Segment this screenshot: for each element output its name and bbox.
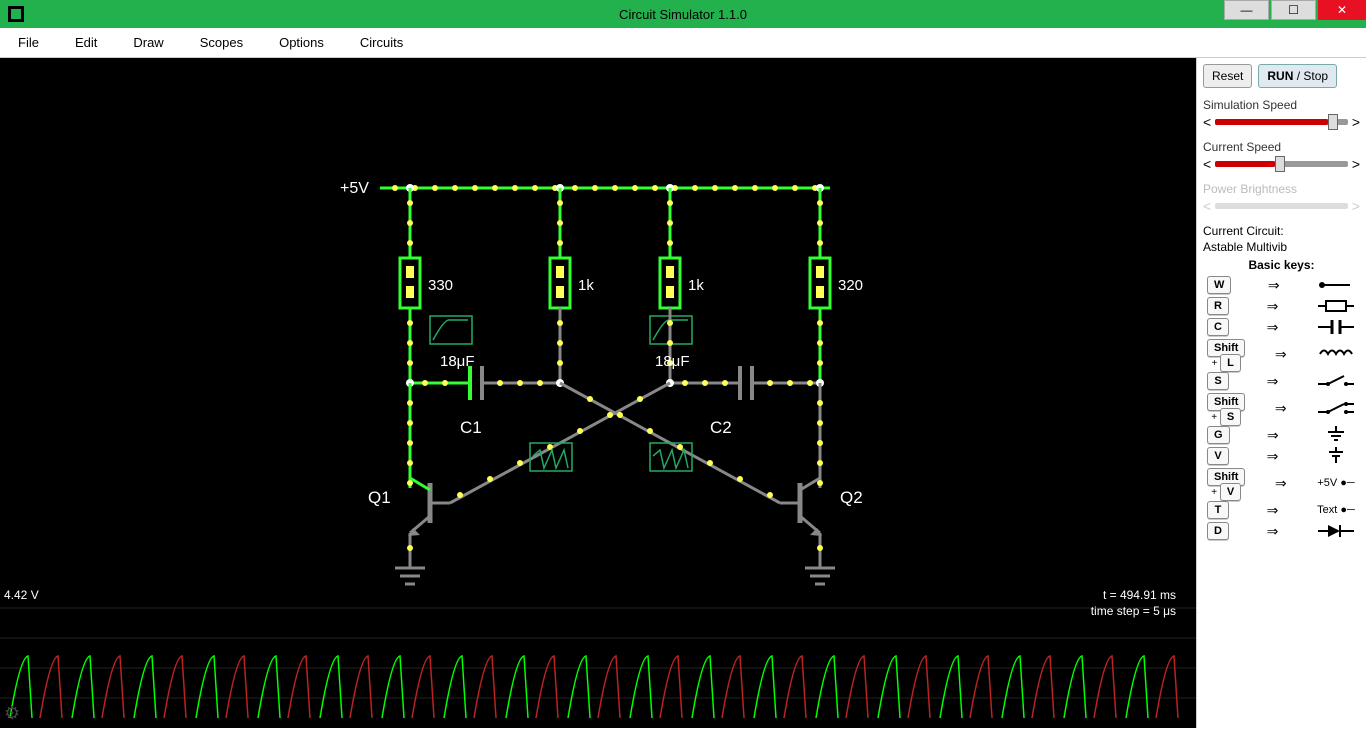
svg-text:320: 320 (838, 277, 863, 294)
resistor-r3: 1k (660, 258, 704, 308)
power-decrease: < (1203, 198, 1211, 214)
scope-voltage: 4.42 V (4, 588, 39, 602)
svg-text:330: 330 (428, 277, 453, 294)
scope-timestep: time step = 5 μs (1091, 604, 1176, 618)
capacitor-c2: 18μF C2 (655, 353, 820, 437)
key-row-capacitor: C⇒ (1203, 318, 1360, 336)
resistor-icon (1316, 299, 1356, 313)
resistor-r2: 1k (550, 258, 594, 308)
ground-icon (1316, 426, 1356, 444)
key-row-ground: G⇒ (1203, 426, 1360, 444)
simulation-speed-slider: Simulation Speed < > (1203, 98, 1360, 130)
key-row-switch-open: S⇒ (1203, 372, 1360, 390)
scope-time: t = 494.91 ms (1103, 588, 1176, 602)
ground-q1 (395, 568, 425, 584)
run-stop-button[interactable]: RUN / Stop (1258, 64, 1337, 88)
app-icon (8, 6, 24, 22)
switch-open-icon (1316, 374, 1356, 388)
current-speed-slider: Current Speed < > (1203, 140, 1360, 172)
svg-text:Q2: Q2 (840, 488, 863, 507)
voltage-icon (1316, 447, 1356, 465)
resistor-r1: 330 (400, 258, 453, 308)
cur-speed-decrease[interactable]: < (1203, 156, 1211, 172)
svg-text:1k: 1k (688, 277, 704, 294)
cur-speed-increase[interactable]: > (1352, 156, 1360, 172)
svg-text:18μF: 18μF (440, 353, 475, 370)
circuit-canvas[interactable]: +5V (0, 58, 1196, 728)
basic-keys-title: Basic keys: (1203, 258, 1360, 272)
cur-speed-track[interactable] (1215, 161, 1348, 167)
menu-file[interactable]: File (10, 31, 47, 54)
key-row-+5V: Shift+ V⇒+5V ●─ (1203, 468, 1360, 498)
menu-options[interactable]: Options (271, 31, 332, 54)
sim-speed-decrease[interactable]: < (1203, 114, 1211, 130)
text-icon: Text ●─ (1316, 504, 1356, 516)
window-controls: — ☐ ✕ (1224, 0, 1366, 28)
sidebar: Reset RUN / Stop Simulation Speed < > Cu… (1196, 58, 1366, 728)
svg-text:1k: 1k (578, 277, 594, 294)
svg-text:Q1: Q1 (368, 488, 391, 507)
menu-circuits[interactable]: Circuits (352, 31, 411, 54)
sim-speed-increase[interactable]: > (1352, 114, 1360, 130)
minimize-button[interactable]: — (1224, 0, 1269, 20)
menubar: File Edit Draw Scopes Options Circuits (0, 28, 1366, 58)
voltage-label: +5V (340, 180, 369, 197)
inductor-icon (1316, 347, 1356, 361)
settings-gear-icon[interactable]: ⚙ (4, 703, 20, 724)
current-circuit-label: Current Circuit: (1203, 224, 1360, 238)
scope-waveform (0, 588, 1196, 728)
svg-text:18μF: 18μF (655, 353, 690, 370)
close-button[interactable]: ✕ (1318, 0, 1366, 20)
capacitor-c1: 18μF C1 (410, 353, 560, 437)
reset-button[interactable]: Reset (1203, 64, 1252, 88)
capacitor-icon (1316, 319, 1356, 335)
key-row-wire: W⇒ (1203, 276, 1360, 294)
switch-closed-icon (1316, 400, 1356, 416)
key-row-voltage: V⇒ (1203, 447, 1360, 465)
key-row-text: T⇒Text ●─ (1203, 501, 1360, 519)
key-row-switch-closed: Shift+ S⇒ (1203, 393, 1360, 423)
key-row-inductor: Shift+ L⇒ (1203, 339, 1360, 369)
menu-edit[interactable]: Edit (67, 31, 105, 54)
svg-text:C2: C2 (710, 418, 732, 437)
titlebar: Circuit Simulator 1.1.0 — ☐ ✕ (0, 0, 1366, 28)
key-row-resistor: R⇒ (1203, 297, 1360, 315)
key-row-diode: D⇒ (1203, 522, 1360, 540)
power-track (1215, 203, 1348, 209)
window-title: Circuit Simulator 1.1.0 (619, 7, 747, 22)
diode-icon (1316, 523, 1356, 539)
wire-icon (1316, 278, 1356, 292)
menu-scopes[interactable]: Scopes (192, 31, 251, 54)
power-increase: > (1352, 198, 1360, 214)
resistor-r4: 320 (810, 258, 863, 308)
scope-area: 4.42 V t = 494.91 ms time step = 5 μs (0, 588, 1196, 728)
power-brightness-slider: Power Brightness < > (1203, 182, 1360, 214)
maximize-button[interactable]: ☐ (1271, 0, 1316, 20)
ground-q2 (805, 568, 835, 584)
sim-speed-track[interactable] (1215, 119, 1348, 125)
menu-draw[interactable]: Draw (125, 31, 171, 54)
current-circuit-name: Astable Multivib (1203, 240, 1360, 254)
svg-text:C1: C1 (460, 418, 482, 437)
+5V-icon: +5V ●─ (1316, 477, 1356, 489)
